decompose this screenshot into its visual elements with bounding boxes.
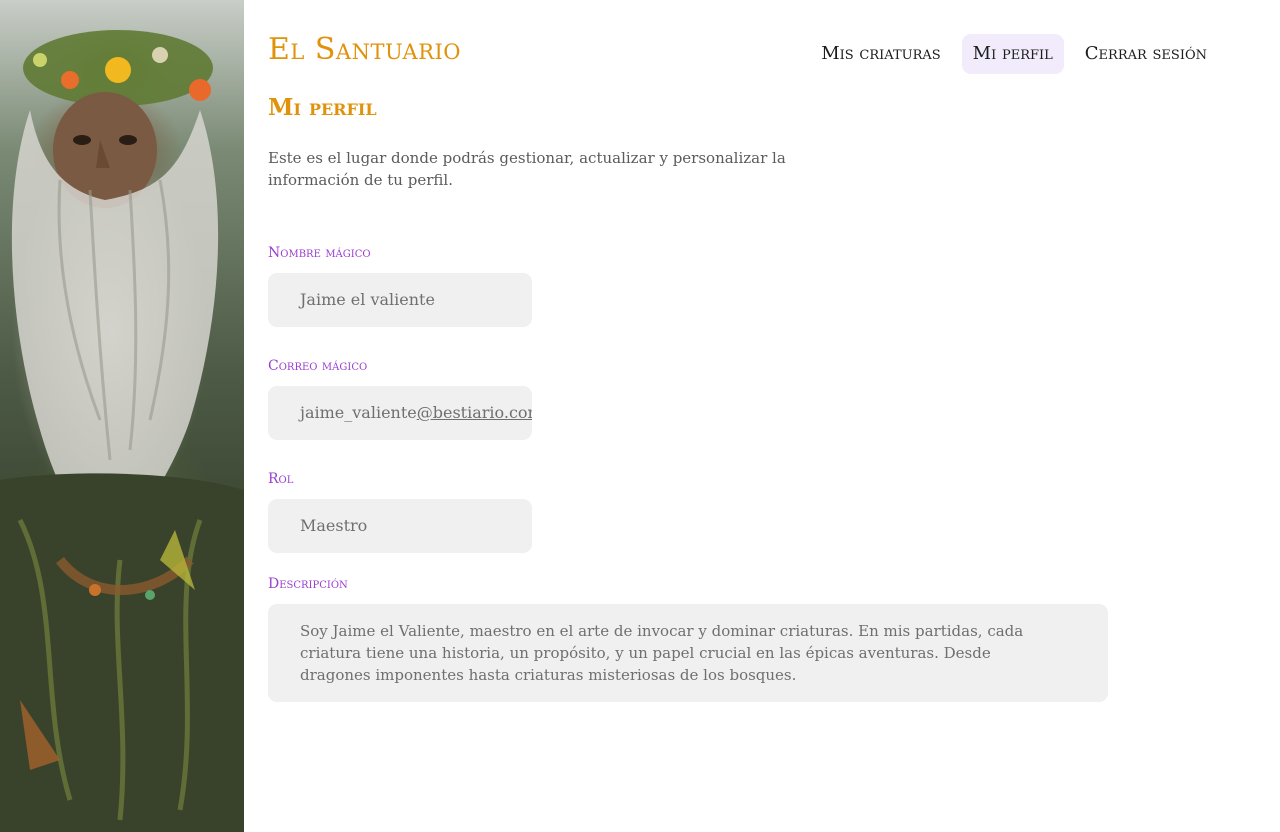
profile-page: El Santuario Mis criaturas Mi perfil Cer… xyxy=(0,0,1280,832)
email-domain-link[interactable]: @bestiario.com xyxy=(417,403,532,422)
role-label: Rol xyxy=(268,471,294,487)
role-field[interactable]: Maestro xyxy=(268,499,532,553)
email-label: Correo mágico xyxy=(268,358,368,374)
description-field[interactable]: Soy Jaime el Valiente, maestro en el art… xyxy=(268,604,1108,702)
name-field[interactable]: Jaime el valiente xyxy=(268,273,532,327)
druid-portrait-art xyxy=(0,30,244,832)
nav-my-profile[interactable]: Mi perfil xyxy=(961,34,1064,74)
druid-portrait-illustration xyxy=(0,0,244,832)
brand-logo-text[interactable]: El Santuario xyxy=(268,32,461,67)
nav-my-creatures[interactable]: Mis criaturas xyxy=(810,34,951,74)
name-label: Nombre mágico xyxy=(268,245,371,261)
page-intro: Este es el lugar donde podrás gestionar,… xyxy=(268,149,786,189)
main-nav: Mis criaturas Mi perfil Cerrar sesión xyxy=(810,34,1218,74)
email-field[interactable]: jaime_valiente@bestiario.com xyxy=(268,386,532,440)
email-user-part: jaime_valiente xyxy=(300,403,417,422)
page-title: Mi perfil xyxy=(268,94,377,121)
nav-logout[interactable]: Cerrar sesión xyxy=(1074,34,1218,74)
description-label: Descripción xyxy=(268,576,348,592)
